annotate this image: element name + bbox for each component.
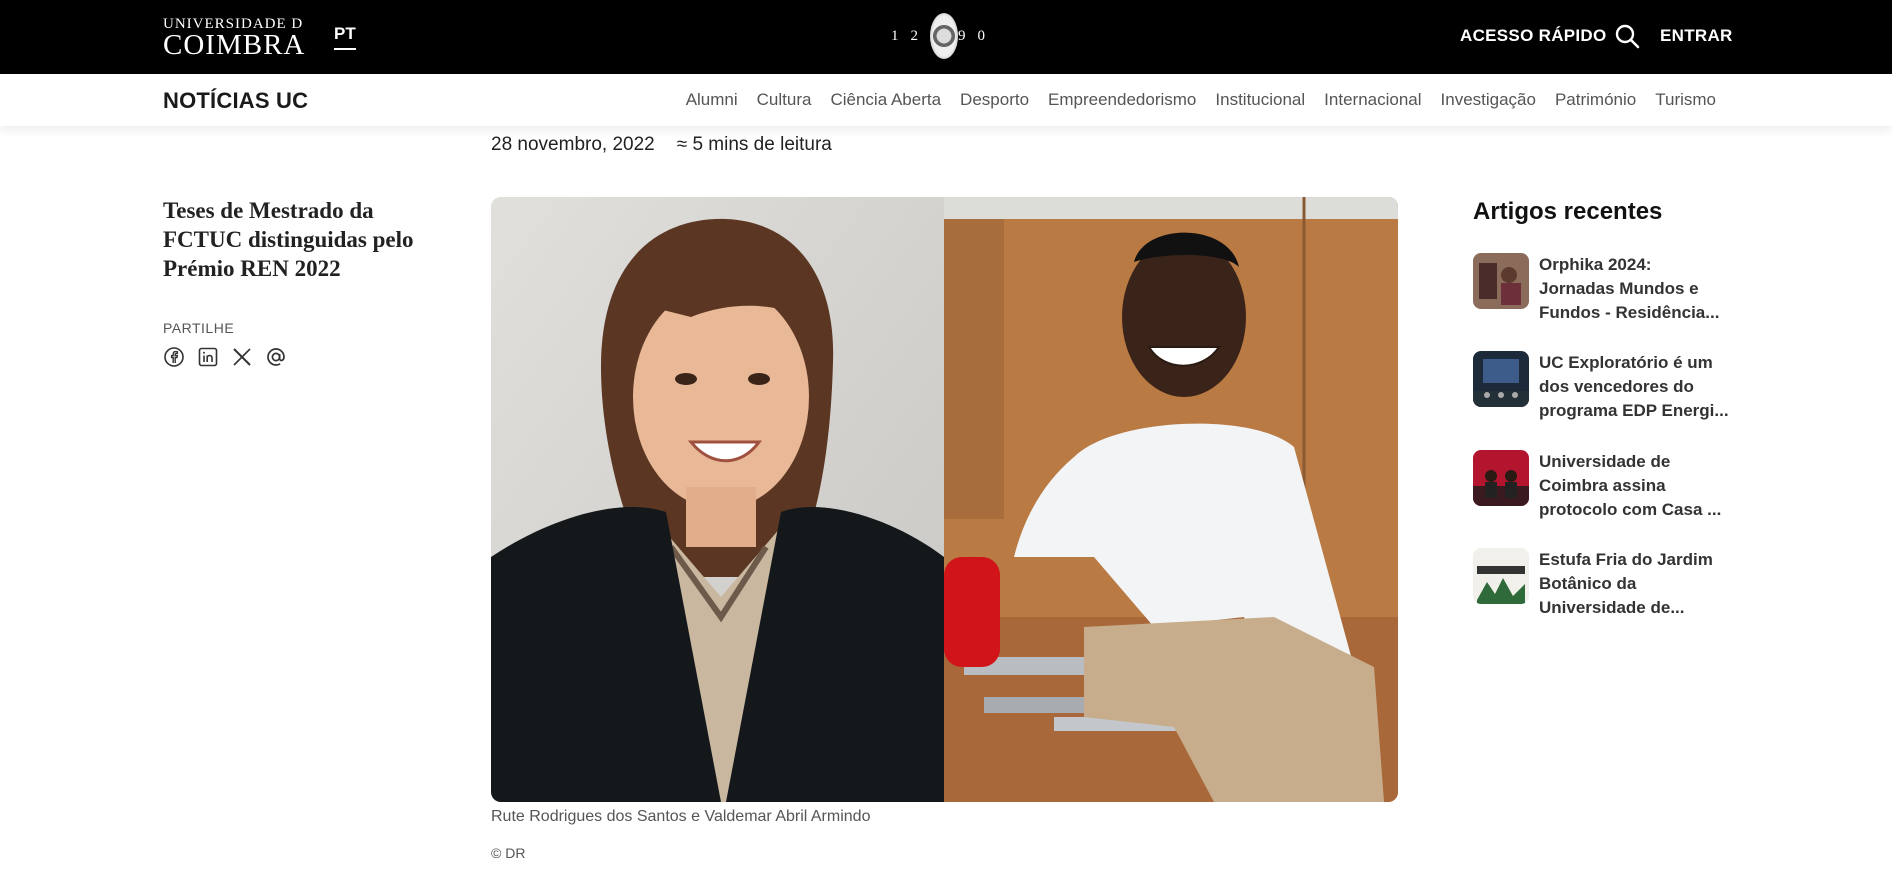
university-logo[interactable]: UNIVERSIDADE D COIMBRA <box>163 16 309 61</box>
search-icon[interactable] <box>1614 23 1640 49</box>
recent-article-item[interactable]: UC Exploratório é um dos vencedores do p… <box>1473 351 1733 431</box>
recent-article-thumbnail[interactable] <box>1473 450 1529 506</box>
article-meta: 28 novembro, 2022 ≈ 5 mins de leitura <box>491 134 832 156</box>
image-caption: Rute Rodrigues dos Santos e Valdemar Abr… <box>491 808 871 825</box>
top-bar: UNIVERSIDADE D COIMBRA PT 12 90 ACESSO R… <box>0 0 1892 74</box>
article-hero-image <box>491 197 1398 802</box>
linkedin-icon[interactable] <box>197 346 219 368</box>
sub-navigation: NOTÍCIAS UC Alumni Cultura Ciência Abert… <box>0 74 1892 126</box>
article-date: 28 novembro, 2022 <box>491 134 655 155</box>
recent-article-title[interactable]: UC Exploratório é um dos vencedores do p… <box>1539 351 1729 423</box>
nav-link-institucional[interactable]: Institucional <box>1215 90 1305 110</box>
photo-rute-rodrigues <box>491 197 944 802</box>
nav-link-investigacao[interactable]: Investigação <box>1441 90 1536 110</box>
recent-article-item[interactable]: Estufa Fria do Jardim Botânico da Univer… <box>1473 548 1733 628</box>
nav-link-empreendedorismo[interactable]: Empreendedorismo <box>1048 90 1196 110</box>
nav-link-internacional[interactable]: Internacional <box>1324 90 1421 110</box>
photo-valdemar-armindo <box>944 197 1398 802</box>
email-icon[interactable] <box>265 346 287 368</box>
recent-articles-title: Artigos recentes <box>1473 198 1663 225</box>
x-icon[interactable] <box>231 346 253 368</box>
share-label: PARTILHE <box>163 320 235 336</box>
site-title[interactable]: NOTÍCIAS UC <box>163 88 308 114</box>
nav-link-turismo[interactable]: Turismo <box>1655 90 1716 110</box>
nav-link-patrimonio[interactable]: Património <box>1555 90 1636 110</box>
category-nav: Alumni Cultura Ciência Aberta Desporto E… <box>686 90 1716 110</box>
article-title: Teses de Mestrado da FCTUC distinguidas … <box>163 198 414 281</box>
nav-link-alumni[interactable]: Alumni <box>686 90 738 110</box>
reading-time: ≈ 5 mins de leitura <box>676 134 832 155</box>
portrait-woman-illustration <box>491 197 944 802</box>
nav-link-desporto[interactable]: Desporto <box>960 90 1029 110</box>
seal-logo: 12 90 <box>891 12 997 60</box>
nav-link-ciencia-aberta[interactable]: Ciência Aberta <box>830 90 941 110</box>
seal-year-right: 90 <box>958 27 997 44</box>
facebook-icon[interactable] <box>163 346 185 368</box>
recent-article-title[interactable]: Universidade de Coimbra assina protocolo… <box>1539 450 1729 522</box>
image-credit: © DR <box>491 845 526 861</box>
seal-icon <box>930 13 958 59</box>
recent-article-title[interactable]: Estufa Fria do Jardim Botânico da Univer… <box>1539 548 1729 620</box>
login-button[interactable]: ENTRAR <box>1660 26 1733 46</box>
share-icons <box>163 346 287 368</box>
seal-year-left: 12 <box>891 27 930 44</box>
recent-article-thumbnail[interactable] <box>1473 253 1529 309</box>
recent-article-thumbnail[interactable] <box>1473 351 1529 407</box>
nav-link-cultura[interactable]: Cultura <box>757 90 812 110</box>
quick-access-button[interactable]: ACESSO RÁPIDO <box>1460 26 1607 46</box>
recent-article-title[interactable]: Orphika 2024: Jornadas Mundos e Fundos -… <box>1539 253 1729 325</box>
language-switcher[interactable]: PT <box>334 24 356 50</box>
portrait-man-illustration <box>944 197 1398 802</box>
recent-article-item[interactable]: Universidade de Coimbra assina protocolo… <box>1473 450 1733 530</box>
logo-line-2: COIMBRA <box>163 29 306 61</box>
recent-article-item[interactable]: Orphika 2024: Jornadas Mundos e Fundos -… <box>1473 253 1733 333</box>
recent-article-thumbnail[interactable] <box>1473 548 1529 604</box>
